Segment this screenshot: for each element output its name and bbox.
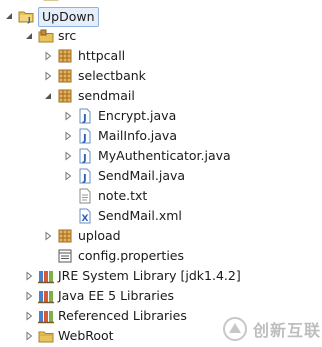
package-icon xyxy=(57,68,73,84)
tree-row-package-httpcall[interactable]: httpcall xyxy=(0,46,322,66)
chevron-collapsed-icon[interactable] xyxy=(63,151,73,161)
package-label: upload xyxy=(78,228,121,243)
chevron-collapsed-icon[interactable] xyxy=(24,271,34,281)
chevron-expanded-icon[interactable] xyxy=(24,31,34,41)
tree-row-partial xyxy=(0,0,322,4)
chevron-collapsed-icon[interactable] xyxy=(63,111,73,121)
tree-row-file-java[interactable]: J SendMail.java xyxy=(0,166,322,186)
watermark-text: 创新互联 xyxy=(253,320,322,340)
file-label: SendMail.xml xyxy=(98,208,182,223)
package-icon xyxy=(57,48,73,64)
file-label: Encrypt.java xyxy=(98,108,177,123)
tree-row-package-selectbank[interactable]: selectbank xyxy=(0,66,322,86)
tree-row-file-java[interactable]: J MailInfo.java xyxy=(0,126,322,146)
svg-text:J: J xyxy=(82,133,87,144)
svg-text:J: J xyxy=(82,153,87,164)
tree-row-package-sendmail[interactable]: sendmail xyxy=(0,86,322,106)
chevron-collapsed-icon[interactable] xyxy=(43,51,53,61)
chevron-collapsed-icon[interactable] xyxy=(43,231,53,241)
tree-row-file-java[interactable]: J Encrypt.java xyxy=(0,106,322,126)
chevron-collapsed-icon[interactable] xyxy=(63,131,73,141)
tree-row-library-javaee[interactable]: Java EE 5 Libraries xyxy=(0,286,322,306)
folder-icon xyxy=(43,0,59,2)
chevron-collapsed-icon[interactable] xyxy=(24,291,34,301)
project-explorer-tree: J UpDown src httpcall selectbank sendmai… xyxy=(0,0,322,347)
svg-text:J: J xyxy=(82,113,87,124)
java-project-icon: J xyxy=(18,8,34,24)
library-label: Java EE 5 Libraries xyxy=(58,288,175,303)
java-file-icon: J xyxy=(77,168,93,184)
svg-text:X: X xyxy=(82,214,89,224)
file-label: MyAuthenticator.java xyxy=(98,148,231,163)
folder-icon xyxy=(38,328,54,344)
src-label: src xyxy=(58,28,77,43)
chevron-collapsed-icon[interactable] xyxy=(63,171,73,181)
tree-row-project[interactable]: J UpDown xyxy=(0,6,322,27)
project-name[interactable]: UpDown xyxy=(38,7,99,27)
webroot-label: WebRoot xyxy=(58,328,114,343)
java-file-icon: J xyxy=(77,108,93,124)
file-label: SendMail.java xyxy=(98,168,186,183)
chevron-expanded-icon[interactable] xyxy=(43,91,53,101)
tree-row-src[interactable]: src xyxy=(0,26,322,46)
library-icon xyxy=(38,268,54,284)
package-icon xyxy=(57,88,73,104)
config-label: config.properties xyxy=(78,248,185,263)
package-label: selectbank xyxy=(78,68,146,83)
xml-file-icon: X xyxy=(77,208,93,224)
svg-text:J: J xyxy=(82,173,87,184)
svg-text:J: J xyxy=(27,16,31,24)
library-label: Referenced Libraries xyxy=(58,308,187,323)
java-file-icon: J xyxy=(77,148,93,164)
tree-row-package-upload[interactable]: upload xyxy=(0,226,322,246)
file-label: MailInfo.java xyxy=(98,128,177,143)
watermark-logo-icon xyxy=(223,316,247,341)
source-folder-icon xyxy=(38,28,54,44)
library-icon xyxy=(38,308,54,324)
package-label: sendmail xyxy=(78,88,135,103)
tree-row-file-properties[interactable]: config.properties xyxy=(0,246,322,266)
tree-row-file-java[interactable]: J MyAuthenticator.java xyxy=(0,146,322,166)
tree-row-library-jre[interactable]: JRE System Library [jdk1.4.2] xyxy=(0,266,322,286)
chevron-collapsed-icon[interactable] xyxy=(24,331,34,341)
package-label: httpcall xyxy=(78,48,126,63)
package-icon xyxy=(57,228,73,244)
chevron-collapsed-icon[interactable] xyxy=(43,71,53,81)
library-icon xyxy=(38,288,54,304)
chevron-collapsed-icon[interactable] xyxy=(24,311,34,321)
chevron-expanded-icon[interactable] xyxy=(4,11,14,21)
text-file-icon xyxy=(77,188,93,204)
file-label: note.txt xyxy=(98,188,148,203)
tree-row-file-xml[interactable]: X SendMail.xml xyxy=(0,206,322,226)
properties-file-icon xyxy=(57,248,73,264)
java-file-icon: J xyxy=(77,128,93,144)
tree-row-file-text[interactable]: note.txt xyxy=(0,186,322,206)
watermark: 创新互联 xyxy=(222,310,322,347)
library-label: JRE System Library [jdk1.4.2] xyxy=(58,268,241,283)
